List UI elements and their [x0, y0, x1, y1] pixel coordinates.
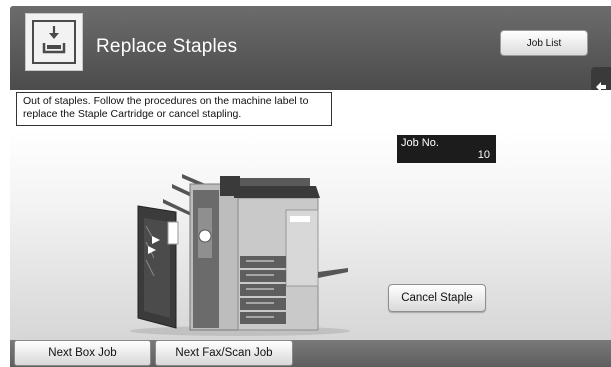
instruction-message: Out of staples. Follow the procedures on… — [16, 92, 332, 126]
job-number-label: Job No. — [401, 137, 439, 149]
staple-replace-icon — [25, 13, 83, 71]
job-number-panel: Job No. 10 — [397, 135, 496, 163]
next-box-job-button[interactable]: Next Box Job — [14, 340, 151, 366]
page-title: Replace Staples — [96, 36, 238, 57]
job-number-value: 10 — [477, 149, 490, 161]
mfp-machine-with-finisher-icon — [130, 174, 350, 336]
job-list-button[interactable]: Job List — [500, 30, 588, 56]
next-fax-scan-job-button[interactable]: Next Fax/Scan Job — [155, 340, 293, 366]
cancel-staple-button[interactable]: Cancel Staple — [388, 284, 486, 312]
replace-staples-screen: Replace Staples Job List Out of staples.… — [0, 0, 611, 367]
